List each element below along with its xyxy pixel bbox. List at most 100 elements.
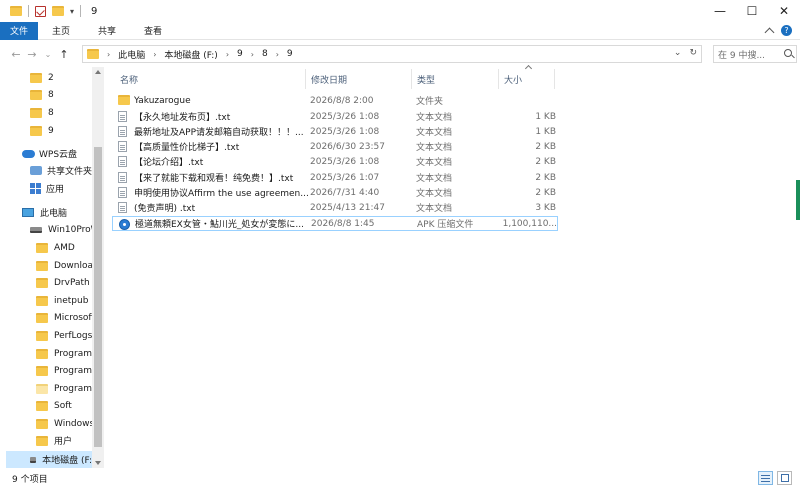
nav-item-folder[interactable]: DrvPath	[36, 274, 90, 291]
file-date: 2026/7/31 4:40	[310, 187, 380, 198]
nav-item-shared-folder[interactable]: 共享文件夹	[30, 162, 92, 179]
nav-item-drive-f[interactable]: 本地磁盘 (F:	[6, 451, 92, 468]
nav-item-folder[interactable]: 8	[30, 104, 54, 121]
folder-icon	[36, 295, 48, 306]
file-row[interactable]: 最新地址及APP请发邮箱自动获取！！！... 2025/3/26 1:08 文本…	[112, 124, 558, 139]
file-date: 2025/4/13 21:47	[310, 202, 385, 213]
column-divider[interactable]	[305, 69, 306, 89]
nav-item-folder[interactable]: AMD	[36, 239, 75, 256]
nav-item-label: DrvPath	[54, 277, 90, 288]
nav-item-folder[interactable]: Windows	[36, 415, 94, 432]
properties-check-icon[interactable]	[35, 5, 46, 17]
column-header-size[interactable]: 大小	[504, 70, 522, 88]
nav-item-folder[interactable]: 2	[30, 69, 54, 86]
nav-item-folder[interactable]: 9	[30, 122, 54, 139]
details-view-button[interactable]	[758, 471, 773, 485]
file-size: 1,100,110...	[502, 218, 557, 229]
nav-item-folder[interactable]: Program	[36, 345, 92, 362]
file-row[interactable]: 申明使用协议Affirm the use agreemen... 2026/7/…	[112, 185, 558, 200]
nav-item-label: Soft	[54, 400, 72, 411]
customize-dropdown-icon[interactable]: ▾	[70, 7, 74, 16]
nav-item-drive[interactable]: Win10ProW	[30, 221, 100, 238]
column-divider[interactable]	[554, 69, 555, 89]
breadcrumb-folder[interactable]: 8	[262, 49, 268, 59]
address-bar[interactable]: › 此电脑 › 本地磁盘 (F:) › 9 › 8 › 9 ⌄ ↻	[82, 45, 702, 63]
text-file-icon	[118, 202, 127, 213]
column-header-date[interactable]: 修改日期	[311, 70, 347, 88]
file-row-selected[interactable]: 極道無頼EX女管・鮎川光_処女が変態に... 2026/8/8 1:45 APK…	[112, 216, 558, 231]
tab-home[interactable]: 主页	[38, 22, 84, 40]
nav-item-folder[interactable]: PerfLogs	[36, 327, 92, 344]
file-row[interactable]: Yakuzarogue 2026/8/8 2:00 文件夹	[112, 93, 558, 108]
help-icon[interactable]: ?	[781, 25, 792, 36]
large-icons-view-icon	[780, 474, 789, 482]
file-date: 2025/3/26 1:08	[310, 156, 380, 167]
large-icons-view-button[interactable]	[777, 471, 792, 485]
nav-item-this-pc[interactable]: 此电脑	[22, 204, 67, 221]
column-header-name[interactable]: 名称	[120, 70, 138, 88]
scroll-down-arrow[interactable]	[95, 461, 101, 465]
nav-item-folder[interactable]: Microsoft	[36, 309, 95, 326]
minimize-button[interactable]: —	[704, 0, 736, 22]
up-button[interactable]: ↑	[56, 45, 72, 63]
maximize-button[interactable]: ☐	[736, 0, 768, 22]
file-row[interactable]: 【永久地址发布页】.txt 2025/3/26 1:08 文本文档 1 KB	[112, 109, 558, 124]
breadcrumb-separator: ›	[153, 49, 157, 59]
forward-button[interactable]: →	[24, 45, 40, 63]
file-type: 文本文档	[416, 158, 453, 168]
column-divider[interactable]	[411, 69, 412, 89]
tab-file[interactable]: 文件	[0, 21, 38, 40]
file-date: 2025/3/26 1:08	[310, 111, 380, 122]
ribbon-tabs: 文件 主页 共享 查看 ?	[0, 21, 800, 40]
text-file-icon	[118, 172, 127, 183]
nav-item-folder[interactable]: ProgramD	[36, 380, 99, 397]
close-button[interactable]: ✕	[768, 0, 800, 22]
tab-share[interactable]: 共享	[84, 22, 130, 40]
nav-item-folder[interactable]: Program	[36, 362, 92, 379]
breadcrumb-drive[interactable]: 本地磁盘 (F:)	[164, 48, 217, 61]
file-row[interactable]: 【论坛介绍】.txt 2025/3/26 1:08 文本文档 2 KB	[112, 154, 558, 169]
nav-item-label: inetpub	[54, 295, 89, 306]
nav-item-label: 共享文件夹	[47, 167, 93, 177]
file-row[interactable]: 【高质量性价比梯子】.txt 2026/6/30 23:57 文本文档 2 KB	[112, 139, 558, 154]
search-icon	[784, 49, 792, 57]
file-size: 1 KB	[535, 111, 556, 122]
nav-item-folder[interactable]: inetpub	[36, 292, 88, 309]
nav-item-folder[interactable]: Soft	[36, 397, 72, 414]
nav-item-folder[interactable]: 8	[30, 86, 54, 103]
toolbar-divider	[28, 5, 29, 17]
column-divider[interactable]	[498, 69, 499, 89]
expand-ribbon-icon[interactable]	[764, 27, 775, 37]
breadcrumb-current[interactable]: 9	[287, 49, 293, 59]
nav-item-label: Program	[54, 348, 92, 359]
file-date: 2026/8/8 1:45	[311, 218, 375, 229]
new-folder-icon[interactable]	[52, 6, 64, 16]
refresh-icon[interactable]: ↻	[689, 48, 697, 58]
scroll-up-arrow[interactable]	[95, 70, 101, 74]
breadcrumb-folder[interactable]: 9	[237, 49, 243, 59]
share-icon	[30, 166, 42, 175]
file-type: 文本文档	[416, 174, 453, 184]
recent-locations-icon[interactable]: ⌄	[40, 45, 56, 63]
nav-item-wps-cloud[interactable]: WPS云盘	[22, 145, 77, 162]
nav-item-apps[interactable]: 应用	[30, 180, 64, 197]
scrollbar-thumb[interactable]	[94, 147, 102, 447]
file-row[interactable]: (免责声明) .txt 2025/4/13 21:47 文本文档 3 KB	[112, 200, 558, 215]
folder-icon	[30, 107, 42, 118]
file-type: 文本文档	[416, 143, 453, 153]
cloud-icon	[22, 149, 35, 158]
file-name: 最新地址及APP请发邮箱自动获取！！！...	[134, 128, 304, 138]
back-button[interactable]: ←	[8, 45, 24, 63]
drive-icon	[30, 226, 42, 233]
column-header-type[interactable]: 类型	[417, 70, 435, 88]
breadcrumb-this-pc[interactable]: 此电脑	[118, 48, 145, 61]
folder-icon[interactable]	[10, 6, 22, 16]
chevron-down-icon[interactable]: ⌄	[674, 48, 682, 58]
navigation-scrollbar[interactable]	[92, 67, 104, 468]
search-input[interactable]: 在 9 中搜...	[713, 45, 797, 63]
tab-view[interactable]: 查看	[130, 22, 176, 40]
nav-item-folder[interactable]: 用户	[36, 432, 72, 449]
breadcrumb-separator: ›	[275, 49, 279, 59]
folder-icon	[36, 435, 48, 446]
file-row[interactable]: 【来了就能下载和观看！纯免费！】.txt 2025/3/26 1:07 文本文档…	[112, 170, 558, 185]
